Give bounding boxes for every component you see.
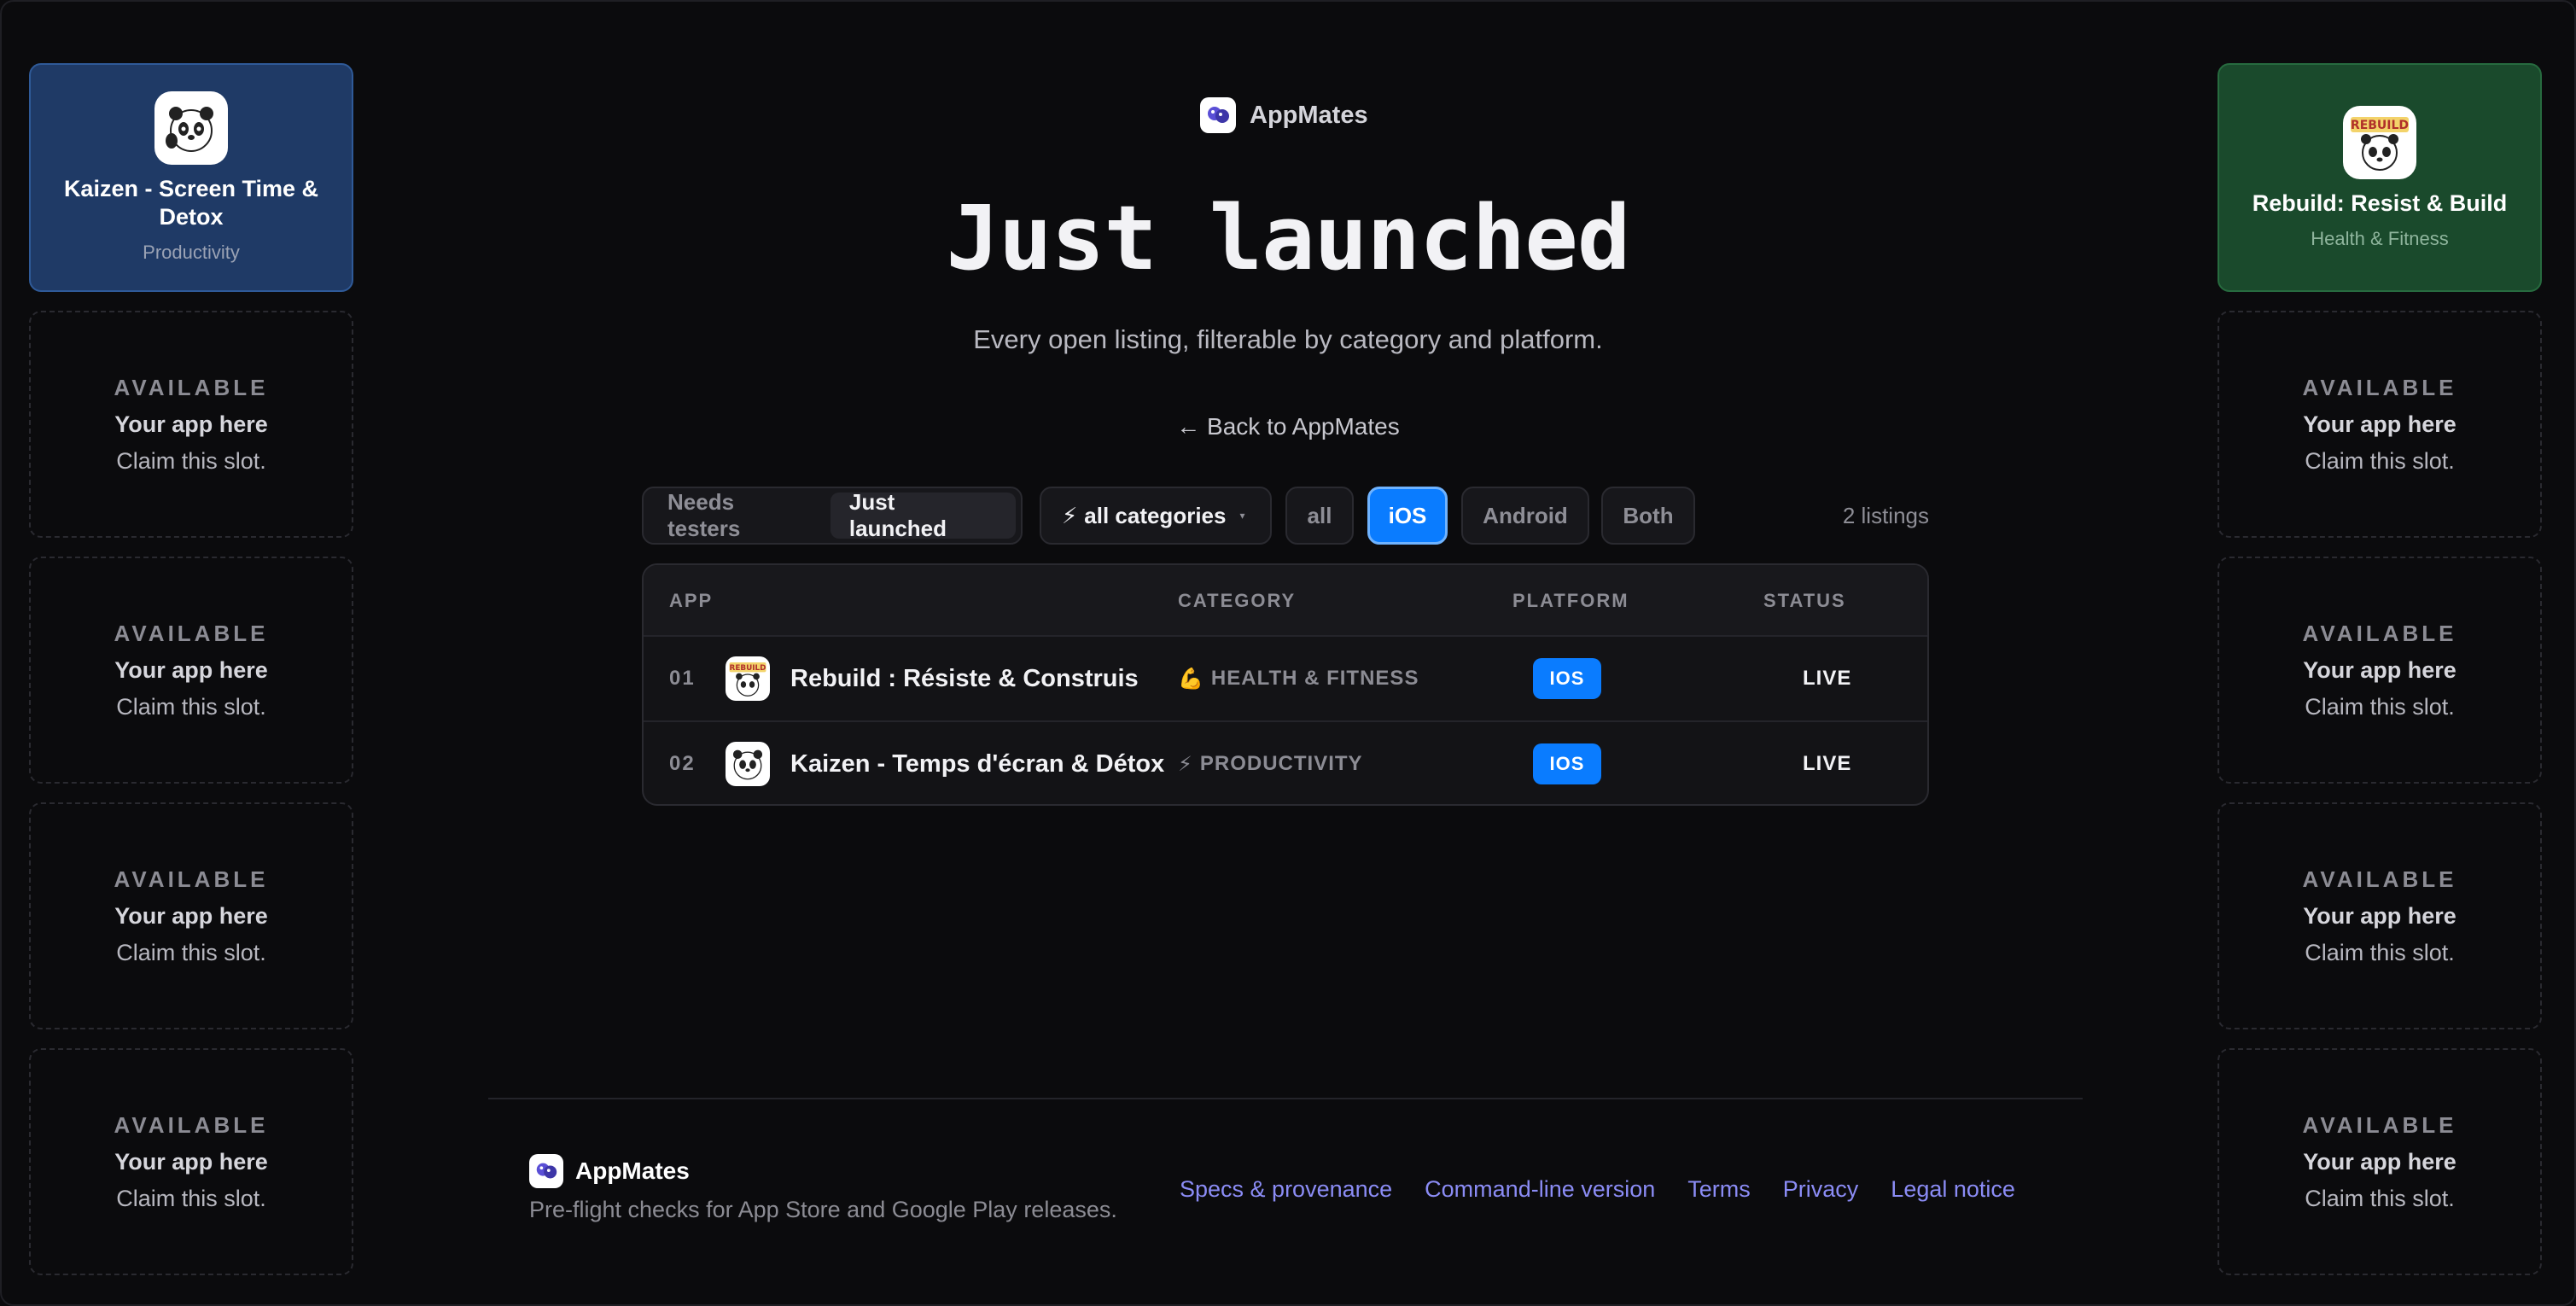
available-slot[interactable]: AVAILABLE Your app here Claim this slot. <box>29 1048 353 1275</box>
mode-needs-testers[interactable]: Needs testers <box>649 489 830 541</box>
platform-all[interactable]: all <box>1285 487 1354 545</box>
footer-links: Specs & provenance Command-line version … <box>1180 1176 2015 1203</box>
footer-divider <box>488 1098 2083 1099</box>
available-slot[interactable]: AVAILABLE Your app here Claim this slot. <box>2218 1048 2542 1275</box>
svg-text:REBUILD: REBUILD <box>2351 119 2409 132</box>
row-platform: IOS <box>1533 722 1601 804</box>
slot-cta: Claim this slot. <box>116 693 266 720</box>
brand-name: AppMates <box>1250 101 1368 129</box>
slot-title: Your app here <box>2303 656 2457 683</box>
footer-link-privacy[interactable]: Privacy <box>1783 1176 1859 1203</box>
slot-cta: Claim this slot. <box>2305 693 2455 720</box>
mode-just-launched[interactable]: Just launched <box>830 489 1016 541</box>
slot-title: Your app here <box>2303 902 2457 929</box>
slot-label: AVAILABLE <box>2302 374 2457 400</box>
rebuild-panda-app-icon: REBUILD <box>726 637 770 720</box>
slot-cta: Claim this slot. <box>116 1185 266 1211</box>
footer-brand[interactable]: AppMates <box>529 1154 690 1188</box>
slot-title: Your app here <box>114 902 268 929</box>
filter-bar: Needs testers Just launched ⚡ all catego… <box>642 487 1929 545</box>
available-slot[interactable]: AVAILABLE Your app here Claim this slot. <box>2218 802 2542 1029</box>
header-category: CATEGORY <box>1178 590 1297 611</box>
footer-link-terms[interactable]: Terms <box>1687 1176 1751 1203</box>
slot-title: Your app here <box>114 1148 268 1175</box>
row-category: 💪 HEALTH & FITNESS <box>1178 637 1419 720</box>
slot-cta: Claim this slot. <box>116 447 266 474</box>
footer-link-specs[interactable]: Specs & provenance <box>1180 1176 1392 1203</box>
category-dropdown-label: all categories <box>1084 502 1227 528</box>
brand-link[interactable]: AppMates <box>1200 97 1368 133</box>
slot-cta: Claim this slot. <box>116 939 266 965</box>
slot-label: AVAILABLE <box>2302 866 2457 892</box>
row-rank: 02 <box>669 752 696 775</box>
mode-toggle: Needs testers Just launched <box>642 487 1023 545</box>
row-app-name[interactable]: Kaizen - Temps d'écran & Détox <box>790 722 1164 804</box>
page-subtitle: Every open listing, filterable by catego… <box>973 324 1603 354</box>
slot-label: AVAILABLE <box>114 1111 269 1138</box>
row-app-name[interactable]: Rebuild : Résiste & Construis <box>790 637 1139 720</box>
footer-link-cli[interactable]: Command-line version <box>1425 1176 1655 1203</box>
lightning-icon: ⚡ <box>1178 752 1193 776</box>
flexed-biceps-icon: 💪 <box>1178 667 1204 691</box>
row-category-label: HEALTH & FITNESS <box>1210 667 1419 690</box>
listings-table: APP CATEGORY PLATFORM STATUS 01 REBUILD … <box>642 563 1929 806</box>
chevron-down-icon: ▾ <box>1239 510 1245 522</box>
row-platform: IOS <box>1533 637 1601 720</box>
panda-app-icon <box>154 91 228 165</box>
footer-brand-name: AppMates <box>575 1157 690 1184</box>
header-platform: PLATFORM <box>1512 590 1629 611</box>
panda-app-icon <box>726 722 770 804</box>
platform-both[interactable]: Both <box>1601 487 1695 545</box>
rebuild-panda-app-icon: REBUILD <box>2343 105 2416 179</box>
appmates-logo-icon <box>1200 97 1236 133</box>
row-status: LIVE <box>1803 752 1852 775</box>
listing-count: 2 listings <box>1842 502 1929 528</box>
row-category: ⚡ PRODUCTIVITY <box>1178 722 1363 804</box>
slot-cta: Claim this slot. <box>2305 447 2455 474</box>
slot-label: AVAILABLE <box>114 866 269 892</box>
appmates-logo-icon <box>529 1154 563 1188</box>
footer-tagline: Pre-flight checks for App Store and Goog… <box>529 1197 1117 1222</box>
back-link[interactable]: ← Back to AppMates <box>0 413 2576 440</box>
table-row[interactable]: 01 REBUILD Rebuild : Résiste & Construis… <box>644 637 1927 720</box>
slot-label: AVAILABLE <box>2302 620 2457 646</box>
slot-title: Your app here <box>114 656 268 683</box>
slot-cta: Claim this slot. <box>2305 939 2455 965</box>
row-status: LIVE <box>1803 667 1852 690</box>
slot-label: AVAILABLE <box>114 374 269 400</box>
slot-label: AVAILABLE <box>114 620 269 646</box>
available-slot[interactable]: AVAILABLE Your app here Claim this slot. <box>2218 557 2542 784</box>
svg-text:REBUILD: REBUILD <box>730 664 766 673</box>
footer-link-legal[interactable]: Legal notice <box>1891 1176 2015 1203</box>
row-category-label: PRODUCTIVITY <box>1199 752 1363 775</box>
table-row[interactable]: 02 Kaizen - Temps d'écran & Détox ⚡ PROD… <box>644 720 1927 804</box>
row-rank: 01 <box>669 667 696 690</box>
header-status: STATUS <box>1763 590 1846 611</box>
category-dropdown[interactable]: ⚡ all categories ▾ <box>1040 487 1272 545</box>
table-header: APP CATEGORY PLATFORM STATUS <box>644 565 1927 637</box>
platform-android[interactable]: Android <box>1461 487 1589 545</box>
platform-badge: IOS <box>1533 743 1601 784</box>
header-app: APP <box>669 590 714 611</box>
slot-title: Your app here <box>2303 1148 2457 1175</box>
slot-cta: Claim this slot. <box>2305 1185 2455 1211</box>
platform-ios[interactable]: iOS <box>1367 487 1448 545</box>
slot-label: AVAILABLE <box>2302 1111 2457 1138</box>
page-title: Just launched <box>946 186 1631 290</box>
platform-badge: IOS <box>1533 658 1601 699</box>
available-slot[interactable]: AVAILABLE Your app here Claim this slot. <box>29 802 353 1029</box>
available-slot[interactable]: AVAILABLE Your app here Claim this slot. <box>29 557 353 784</box>
lightning-icon: ⚡ <box>1062 502 1078 528</box>
